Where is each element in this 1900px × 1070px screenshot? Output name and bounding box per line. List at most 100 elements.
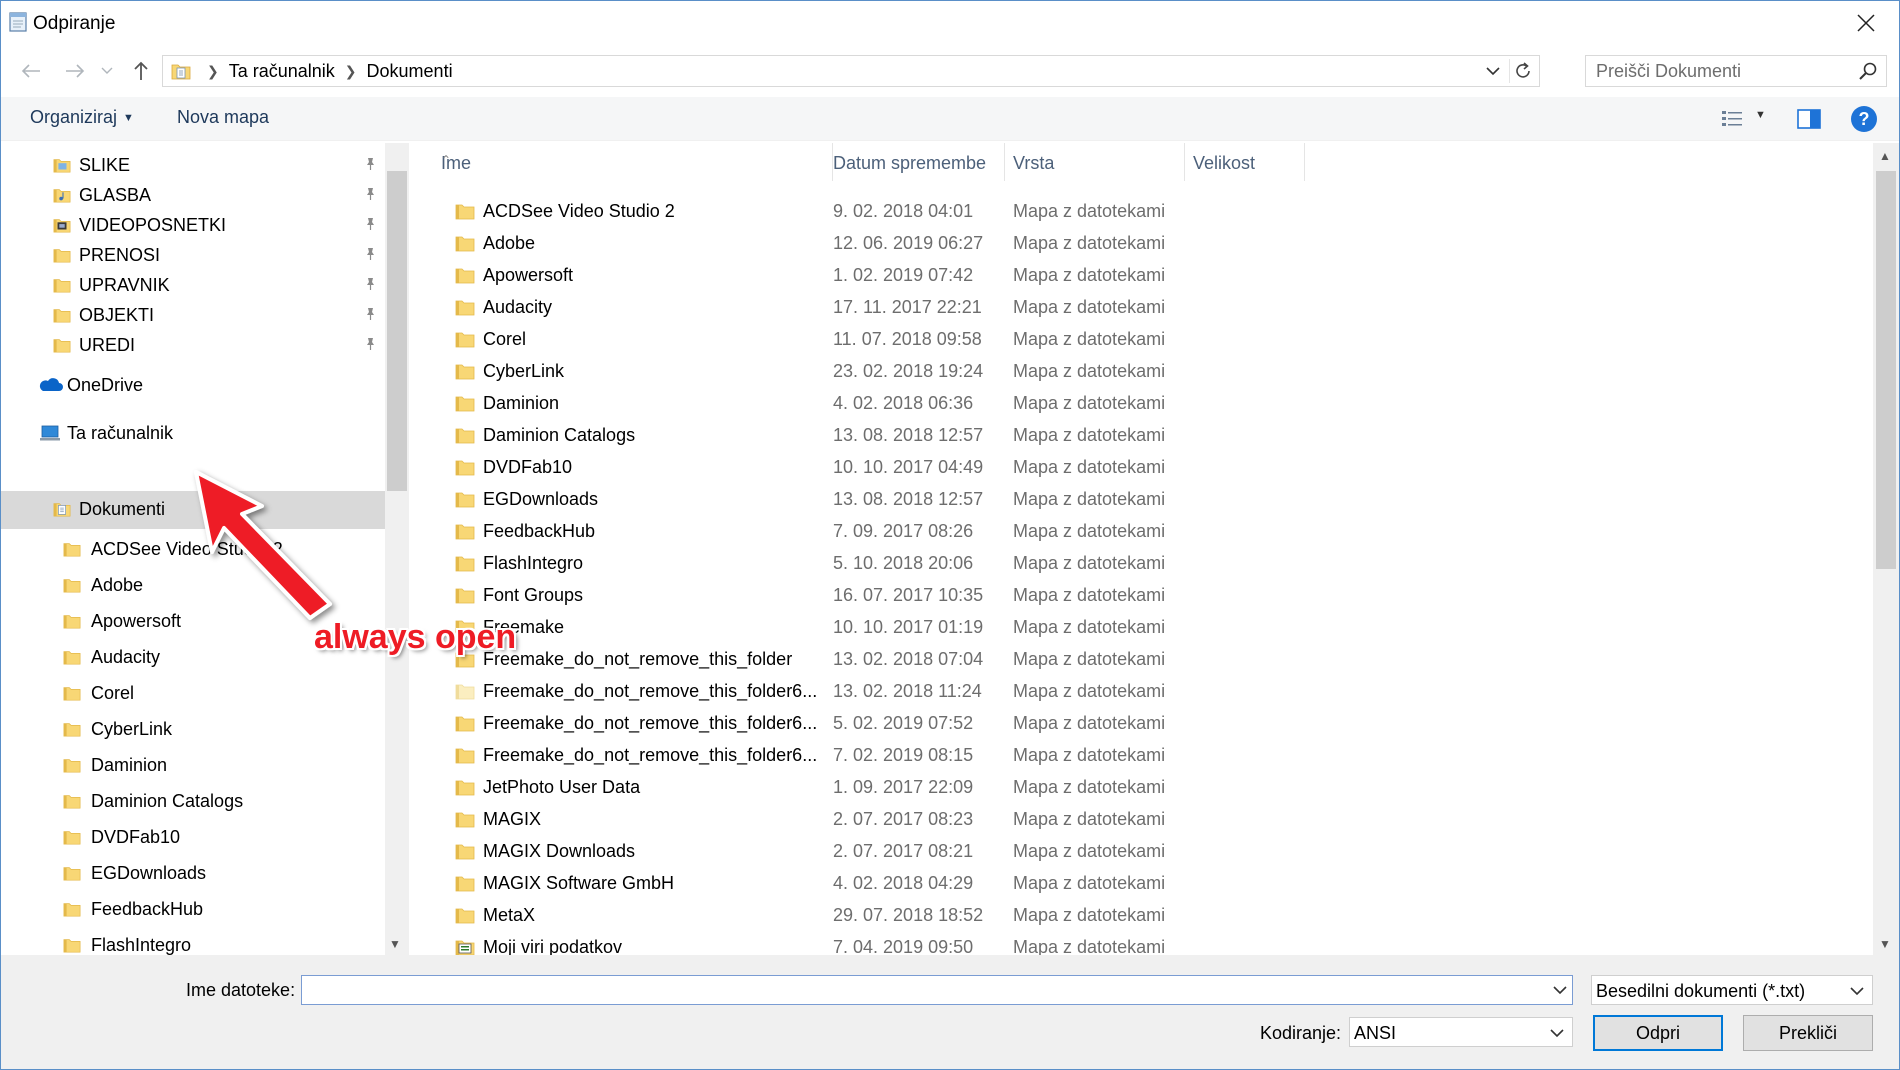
file-row[interactable]: MetaX 29. 07. 2018 18:52 Mapa z datoteka… xyxy=(441,899,1601,931)
file-row[interactable]: JetPhoto User Data 1. 09. 2017 22:09 Map… xyxy=(441,771,1601,803)
pin-icon[interactable] xyxy=(363,217,377,231)
folder-icon xyxy=(455,396,475,412)
recent-locations-button[interactable] xyxy=(97,57,117,85)
new-folder-button[interactable]: Nova mapa xyxy=(177,107,269,128)
column-header-size[interactable]: Velikost xyxy=(1185,143,1305,181)
folder-icon xyxy=(455,300,475,316)
nav-subfolder-item[interactable]: FeedbackHub xyxy=(1,891,385,927)
breadcrumb-this-pc[interactable]: Ta računalnik xyxy=(229,61,335,82)
file-row[interactable]: Apowersoft 1. 02. 2019 07:42 Mapa z dato… xyxy=(441,259,1601,291)
file-type: Mapa z datotekami xyxy=(1013,361,1166,381)
chevron-down-icon xyxy=(1850,983,1864,999)
file-name: Apowersoft xyxy=(483,265,574,285)
pin-icon[interactable] xyxy=(363,277,377,291)
scroll-up-icon[interactable]: ▲ xyxy=(1879,149,1891,163)
folder-icon xyxy=(455,236,475,252)
file-list-scrollbar[interactable]: ▲ ▼ xyxy=(1873,143,1899,955)
open-dialog: Odpiranje ❯ Ta računalnik ❯ Dokumenti Pr… xyxy=(0,0,1900,1070)
file-date: 5. 10. 2018 20:06 xyxy=(833,553,974,573)
view-options-caret-icon[interactable]: ▼ xyxy=(1755,109,1766,121)
pin-icon[interactable] xyxy=(363,337,377,351)
folder-icon xyxy=(63,795,81,809)
up-button[interactable] xyxy=(127,57,155,85)
file-row[interactable]: DVDFab10 10. 10. 2017 04:49 Mapa z datot… xyxy=(441,451,1601,483)
file-row[interactable]: FeedbackHub 7. 09. 2017 08:26 Mapa z dat… xyxy=(441,515,1601,547)
file-name: Moji viri podatkov xyxy=(483,937,623,955)
nav-subfolder-item[interactable]: Daminion Catalogs xyxy=(1,783,385,819)
nav-subfolder-item[interactable]: ACDSee Video Studio 2 xyxy=(1,531,385,567)
nav-subfolder-item[interactable]: Daminion xyxy=(1,747,385,783)
address-history-dropdown[interactable] xyxy=(1481,59,1505,83)
help-button[interactable]: ? xyxy=(1851,106,1877,132)
file-date: 10. 10. 2017 04:49 xyxy=(833,457,984,477)
file-row[interactable]: Font Groups 16. 07. 2017 10:35 Mapa z da… xyxy=(441,579,1601,611)
search-input[interactable]: Preišči Dokumenti xyxy=(1585,55,1887,87)
nav-item-documents[interactable]: Dokumenti xyxy=(1,491,385,529)
file-row[interactable]: Freemake 10. 10. 2017 01:19 Mapa z datot… xyxy=(441,611,1601,643)
file-name: Daminion Catalogs xyxy=(483,425,636,445)
file-row[interactable]: CyberLink 23. 02. 2018 19:24 Mapa z dato… xyxy=(441,355,1601,387)
file-list-scrollbar-thumb[interactable] xyxy=(1876,171,1896,569)
nav-subfolder-item[interactable]: Adobe xyxy=(1,567,385,603)
navigation-scrollbar-thumb[interactable] xyxy=(387,171,407,491)
file-row[interactable]: Freemake_do_not_remove_this_folder6... 1… xyxy=(441,675,1601,707)
filename-field[interactable] xyxy=(301,975,1573,1005)
refresh-button[interactable] xyxy=(1509,59,1535,83)
scroll-down-icon[interactable]: ▼ xyxy=(389,937,401,951)
nav-quick-access-item[interactable]: UREDI xyxy=(1,327,385,363)
pin-icon[interactable] xyxy=(363,187,377,201)
file-row[interactable]: Audacity 17. 11. 2017 22:21 Mapa z datot… xyxy=(441,291,1601,323)
column-header-name[interactable]: Ime ⌃ xyxy=(433,143,833,181)
nav-item-onedrive[interactable]: OneDrive xyxy=(1,367,385,403)
file-row[interactable]: Freemake_do_not_remove_this_folder6... 7… xyxy=(441,739,1601,771)
file-row[interactable]: Daminion Catalogs 13. 08. 2018 12:57 Map… xyxy=(441,419,1601,451)
file-type: Mapa z datotekami xyxy=(1013,585,1166,605)
file-row[interactable]: Freemake_do_not_remove_this_folder6... 5… xyxy=(441,707,1601,739)
nav-subfolder-item[interactable]: Corel xyxy=(1,675,385,711)
folder-icon xyxy=(63,543,81,557)
nav-subfolder-item[interactable]: FlashIntegro xyxy=(1,927,385,955)
file-row[interactable]: MAGIX Software GmbH 4. 02. 2018 04:29 Ma… xyxy=(441,867,1601,899)
file-row[interactable]: ACDSee Video Studio 2 9. 02. 2018 04:01 … xyxy=(441,195,1601,227)
file-type-select[interactable]: Besedilni dokumenti (*.txt) xyxy=(1591,975,1873,1005)
breadcrumb-documents[interactable]: Dokumenti xyxy=(367,61,453,82)
details-view-icon[interactable] xyxy=(1721,109,1743,129)
file-row[interactable]: Moji viri podatkov 7. 04. 2019 09:50 Map… xyxy=(441,931,1601,955)
close-button[interactable] xyxy=(1843,5,1889,41)
window-title: Odpiranje xyxy=(33,13,116,34)
file-row[interactable]: MAGIX Downloads 2. 07. 2017 08:21 Mapa z… xyxy=(441,835,1601,867)
file-row[interactable]: FlashIntegro 5. 10. 2018 20:06 Mapa z da… xyxy=(441,547,1601,579)
column-header-type[interactable]: Vrsta xyxy=(1005,143,1185,181)
organize-button[interactable]: Organiziraj ▼ xyxy=(30,107,134,128)
file-name: Freemake xyxy=(483,617,565,637)
file-row[interactable]: Corel 11. 07. 2018 09:58 Mapa z datoteka… xyxy=(441,323,1601,355)
folder-icon xyxy=(63,759,81,773)
file-date: 13. 08. 2018 12:57 xyxy=(833,425,984,445)
nav-subfolder-item[interactable]: CyberLink xyxy=(1,711,385,747)
forward-button[interactable] xyxy=(61,57,89,85)
pin-icon[interactable] xyxy=(363,247,377,261)
file-row[interactable]: EGDownloads 13. 08. 2018 12:57 Mapa z da… xyxy=(441,483,1601,515)
file-row[interactable]: Adobe 12. 06. 2019 06:27 Mapa z datoteka… xyxy=(441,227,1601,259)
open-button[interactable]: Odpri xyxy=(1593,1015,1723,1051)
encoding-select[interactable]: ANSI xyxy=(1349,1017,1573,1047)
column-header-date[interactable]: Datum spremembe xyxy=(825,143,1005,181)
back-button[interactable] xyxy=(17,57,45,85)
preview-pane-icon[interactable] xyxy=(1797,108,1821,130)
navigation-scrollbar[interactable]: ▼ xyxy=(385,143,409,955)
cancel-button[interactable]: Prekliči xyxy=(1743,1015,1873,1051)
file-row[interactable]: MAGIX 2. 07. 2017 08:23 Mapa z datotekam… xyxy=(441,803,1601,835)
arrow-right-icon xyxy=(66,64,85,78)
scroll-down-icon[interactable]: ▼ xyxy=(1879,937,1891,951)
pin-icon[interactable] xyxy=(363,157,377,171)
filename-history-dropdown[interactable] xyxy=(1553,982,1567,998)
nav-item-this-pc[interactable]: Ta računalnik xyxy=(1,415,385,451)
address-bar[interactable]: ❯ Ta računalnik ❯ Dokumenti xyxy=(162,55,1540,87)
documents-location-icon xyxy=(171,64,191,80)
pin-icon[interactable] xyxy=(363,307,377,321)
nav-subfolder-item[interactable]: EGDownloads xyxy=(1,855,385,891)
nav-subfolder-item[interactable]: DVDFab10 xyxy=(1,819,385,855)
file-row[interactable]: Daminion 4. 02. 2018 06:36 Mapa z datote… xyxy=(441,387,1601,419)
file-row[interactable]: Freemake_do_not_remove_this_folder 13. 0… xyxy=(441,643,1601,675)
file-date: 7. 09. 2017 08:26 xyxy=(833,521,974,541)
